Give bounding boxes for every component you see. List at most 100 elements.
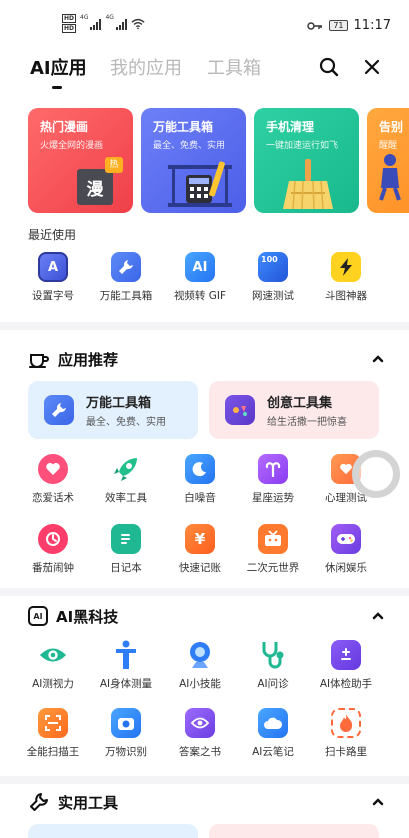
close-icon[interactable] [361,56,383,78]
section-title: AI黑科技 [56,607,119,626]
utility-card-left-partial[interactable] [28,824,198,838]
section-title: 应用推荐 [58,350,119,369]
recent-item-video-gif[interactable]: AI 视频转 GIF [160,252,240,303]
heart-chat-icon [38,454,68,484]
recommend-row-1: 恋爱话术 效率工具 白噪音 星座运势 心理测试 [0,454,409,516]
app-anime-world[interactable]: 二次元世界 [233,524,313,575]
stethoscope-icon [258,640,288,670]
chevron-up-icon[interactable] [371,611,385,621]
wifi-icon [131,18,145,29]
font-size-glyph: A [47,259,59,275]
section-divider [0,776,409,784]
app-label: 万物识别 [105,746,147,758]
app-bookkeeping[interactable]: ¥ 快速记账 [160,524,240,575]
app-answer-book[interactable]: 答案之书 [160,708,240,759]
app-horoscope[interactable]: 星座运势 [233,454,313,505]
banner-toolbox[interactable]: 万能工具箱 最全、免费、实用 [141,108,246,213]
app-efficiency[interactable]: 效率工具 [86,454,166,505]
recent-item-label: 万能工具箱 [99,290,153,302]
recent-section-title: 最近使用 [28,228,77,242]
section-divider [0,588,409,596]
tab-my-apps[interactable]: 我的应用 [110,54,182,80]
app-pomodoro[interactable]: 番茄闹钟 [13,524,93,575]
app-ai-cloud-notes[interactable]: AI云笔记 [233,708,313,759]
app-label: AI测视力 [32,678,74,690]
rocket-icon [111,454,141,484]
loading-spinner [352,450,400,498]
ai-chip-icon: AI [28,606,48,626]
aries-icon [258,454,288,484]
checkup-icon [331,640,361,670]
app-ai-consult[interactable]: AI问诊 [233,640,313,691]
tab-ai-apps[interactable]: AI应用 [30,54,87,80]
app-diary[interactable]: 日记本 [86,524,166,575]
banner-partial[interactable]: 告别 醒醒 [367,108,409,213]
ai-tech-section-header: AI AI黑科技 [28,604,118,628]
banner-phone-clean[interactable]: 手机清理 一键加速运行如飞 [254,108,359,213]
search-icon[interactable] [318,56,340,78]
app-label: 休闲娱乐 [325,562,367,574]
app-ai-vision-test[interactable]: AI测视力 [13,640,93,691]
signal-icon-2 [115,18,127,30]
app-scanner[interactable]: 全能扫描王 [13,708,93,759]
hd-badge-1: HD [62,14,77,23]
banner-subtitle: 醒醒 [379,141,398,151]
banner-comics[interactable]: 热门漫画 火爆全网的漫画 漫 热 [28,108,133,213]
wrench-icon [111,252,141,282]
app-label: AI小技能 [179,678,221,690]
running-person-icon [379,154,401,201]
app-ai-skills[interactable]: AI小技能 [160,640,240,691]
tab-toolbox[interactable]: 工具箱 [207,54,261,80]
app-label: 白噪音 [184,492,216,504]
speed-glyph: 100 [261,255,278,264]
app-love-talk[interactable]: 恋爱话术 [13,454,93,505]
app-object-recognition[interactable]: 万物识别 [86,708,166,759]
coffee-cup-icon [29,354,49,368]
app-label: 二次元世界 [246,562,300,574]
body-icon [111,640,141,670]
app-ai-checkup[interactable]: AI体检助手 [306,640,386,691]
recent-item-font-size[interactable]: A 设置字号 [13,252,93,303]
recent-item-label: 斗图神器 [325,290,367,302]
ai-glyph: AI [192,259,208,275]
hot-badge: 热 [105,157,123,173]
recent-item-meme-maker[interactable]: 斗图神器 [306,252,386,303]
app-label: 番茄闹钟 [32,562,74,574]
app-label: 星座运势 [252,492,294,504]
feature-title: 创意工具集 [267,396,333,411]
app-label: 快速记账 [179,562,221,574]
feature-title: 万能工具箱 [86,396,152,411]
app-label: 答案之书 [179,746,221,758]
answer-book-icon [185,708,215,738]
app-label: AI身体测量 [99,678,153,690]
tv-icon [258,524,288,554]
top-tab-bar: AI应用 我的应用 工具箱 [0,44,409,90]
app-white-noise[interactable]: 白噪音 [160,454,240,505]
signal-icon [90,18,102,30]
broom-icon [283,159,333,210]
wrench-icon [44,395,74,425]
recent-item-label: 设置字号 [32,290,74,302]
chevron-up-icon[interactable] [371,797,385,807]
utility-card-right-partial[interactable] [209,824,379,838]
ai-tech-row-2: 全能扫描王 万物识别 答案之书 AI云笔记 扫卡路里 [0,708,409,770]
chevron-up-icon[interactable] [371,354,385,364]
app-leisure[interactable]: 休闲娱乐 [306,524,386,575]
ai-tech-row-1: AI测视力 AI身体测量 AI小技能 AI问诊 AI体检助手 [0,640,409,702]
tomato-clock-icon [38,524,68,554]
app-ai-body-measure[interactable]: AI身体测量 [86,640,166,691]
app-calorie-scan[interactable]: 扫卡路里 [306,708,386,759]
recent-item-toolbox[interactable]: 万能工具箱 [86,252,166,303]
network-label-2: 4G [105,14,114,21]
recent-item-speed-test[interactable]: 100 网速测试 [233,252,313,303]
app-label: AI体检助手 [319,678,373,690]
speed-icon: 100 [258,252,288,282]
status-bar: HD HD 4G 4G 71 11:17 [0,0,409,44]
feature-card-creative[interactable]: 创意工具集 给生活撒一把惊喜 [209,381,379,439]
app-label: 效率工具 [105,492,147,504]
hd-indicators: HD HD [62,14,77,33]
feature-card-toolbox[interactable]: 万能工具箱 最全、免费、实用 [28,381,198,439]
notebook-icon [111,524,141,554]
flame-icon [331,708,361,738]
banner-title: 热门漫画 [40,120,89,134]
